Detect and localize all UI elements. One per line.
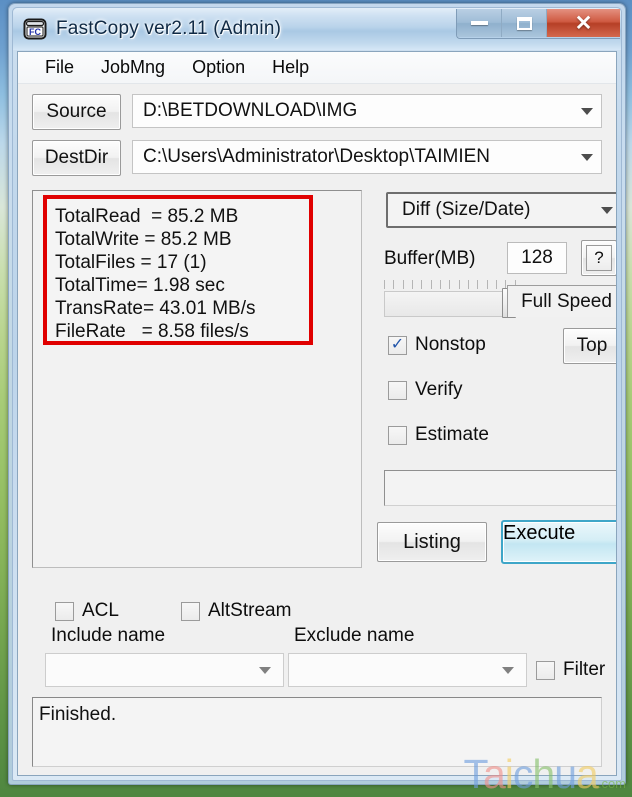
fastcopy-icon: FC <box>23 18 47 40</box>
chevron-down-icon[interactable] <box>581 107 593 115</box>
speed-label: Full Speed <box>507 285 616 317</box>
listing-button[interactable]: Listing <box>377 522 487 562</box>
transfer-stats-box: TotalRead = 85.2 MB TotalWrite = 85.2 MB… <box>43 195 313 345</box>
altstream-label: AltStream <box>208 600 292 621</box>
checkbox-checked-icon[interactable]: ✓ <box>388 335 407 355</box>
source-path-value: D:\BETDOWNLOAD\IMG <box>143 100 358 121</box>
minimize-icon <box>470 21 488 25</box>
log-output[interactable]: Finished. <box>32 697 602 767</box>
source-path-combo[interactable]: D:\BETDOWNLOAD\IMG <box>132 94 602 128</box>
svg-text:FC: FC <box>29 27 41 37</box>
speed-slider[interactable] <box>384 288 521 318</box>
destdir-path-combo[interactable]: C:\Users\Administrator\Desktop\TAIMIEN <box>132 140 602 174</box>
stat-total-files: TotalFiles = 17 (1) <box>55 252 207 273</box>
top-button[interactable]: Top <box>563 328 616 364</box>
exclude-name-combo[interactable] <box>288 653 527 687</box>
window-title: FastCopy ver2.11 (Admin) <box>56 18 282 39</box>
menu-item-file[interactable]: File <box>33 55 86 80</box>
chevron-down-icon[interactable] <box>502 666 514 674</box>
acl-checkbox[interactable]: ACL <box>55 600 119 622</box>
close-button[interactable]: ✕ <box>547 9 620 37</box>
window-controls: ✕ <box>456 9 620 39</box>
close-icon: ✕ <box>574 11 593 35</box>
stat-trans-rate: TransRate= 43.01 MB/s <box>55 298 256 319</box>
maximize-icon <box>516 16 532 30</box>
checkbox-unchecked-icon[interactable] <box>55 601 74 621</box>
filter-label: Filter <box>563 659 606 680</box>
nonstop-checkbox[interactable]: ✓ Nonstop <box>388 334 486 356</box>
client-area: File JobMng Option Help Source D:\BETDOW… <box>17 51 617 776</box>
execute-button[interactable]: Execute <box>501 520 616 564</box>
checkbox-unchecked-icon[interactable] <box>388 380 407 400</box>
progress-field <box>384 470 616 506</box>
log-text: Finished. <box>39 704 117 725</box>
stat-total-read: TotalRead = 85.2 MB <box>55 206 239 227</box>
title-bar[interactable]: FC FastCopy ver2.11 (Admin) ✕ <box>13 8 621 50</box>
menu-item-jobmng[interactable]: JobMng <box>89 55 177 80</box>
filter-checkbox[interactable]: Filter <box>536 659 605 681</box>
app-window: FC FastCopy ver2.11 (Admin) ✕ File JobMn… <box>8 3 626 785</box>
checkbox-unchecked-icon[interactable] <box>388 425 407 445</box>
stat-total-write: TotalWrite = 85.2 MB <box>55 229 232 250</box>
altstream-checkbox[interactable]: AltStream <box>181 600 291 622</box>
exclude-name-label: Exclude name <box>294 625 415 646</box>
nonstop-label: Nonstop <box>415 334 486 355</box>
checkbox-unchecked-icon[interactable] <box>536 660 555 680</box>
include-name-combo[interactable] <box>45 653 284 687</box>
menu-item-help[interactable]: Help <box>260 55 321 80</box>
estimate-checkbox[interactable]: Estimate <box>388 424 489 446</box>
source-row: Source D:\BETDOWNLOAD\IMG <box>32 94 602 130</box>
stat-file-rate: FileRate = 8.58 files/s <box>55 321 249 342</box>
verify-label: Verify <box>415 379 463 400</box>
menu-item-option[interactable]: Option <box>180 55 257 80</box>
source-button[interactable]: Source <box>32 94 121 130</box>
status-panel: TotalRead = 85.2 MB TotalWrite = 85.2 MB… <box>32 190 362 568</box>
buffer-input[interactable]: 128 <box>507 242 567 274</box>
minimize-button[interactable] <box>457 9 502 37</box>
chevron-down-icon[interactable] <box>601 206 613 214</box>
destdir-path-value: C:\Users\Administrator\Desktop\TAIMIEN <box>143 146 491 167</box>
checkbox-unchecked-icon[interactable] <box>181 601 200 621</box>
chevron-down-icon[interactable] <box>581 153 593 161</box>
chevron-down-icon[interactable] <box>259 666 271 674</box>
help-button[interactable]: ? <box>581 240 616 276</box>
stat-total-time: TotalTime= 1.98 sec <box>55 275 225 296</box>
speed-slider-ticks <box>384 280 516 289</box>
verify-checkbox[interactable]: Verify <box>388 379 463 401</box>
estimate-label: Estimate <box>415 424 489 445</box>
copy-mode-combo[interactable]: Diff (Size/Date) <box>386 192 616 228</box>
maximize-button[interactable] <box>502 9 547 37</box>
include-name-label: Include name <box>51 625 166 646</box>
acl-label: ACL <box>82 600 119 621</box>
destdir-row: DestDir C:\Users\Administrator\Desktop\T… <box>32 140 602 176</box>
copy-mode-value: Diff (Size/Date) <box>402 199 531 220</box>
destdir-button[interactable]: DestDir <box>32 140 121 176</box>
question-mark-icon: ? <box>586 245 612 271</box>
buffer-label: Buffer(MB) <box>384 248 476 269</box>
menu-bar: File JobMng Option Help <box>18 52 616 84</box>
